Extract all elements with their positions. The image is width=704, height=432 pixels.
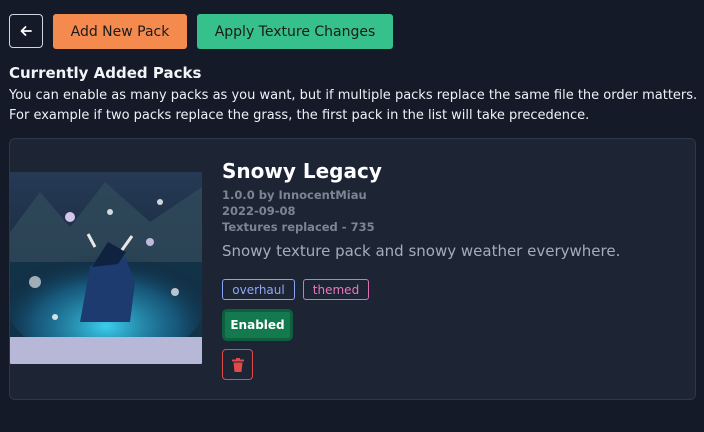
pack-description: Snowy texture pack and snowy weather eve… (222, 242, 621, 260)
pack-name: Snowy Legacy (222, 159, 382, 183)
section-description-line-1: You can enable as many packs as you want… (9, 88, 698, 103)
arrow-left-icon (20, 26, 32, 36)
apply-texture-changes-button[interactable]: Apply Texture Changes (197, 14, 393, 49)
pack-textures-replaced: Textures replaced - 735 (222, 220, 375, 234)
section-title: Currently Added Packs (9, 64, 202, 82)
delete-pack-button[interactable] (222, 349, 253, 380)
enabled-toggle-button[interactable]: Enabled (222, 309, 293, 341)
add-new-pack-button[interactable]: Add New Pack (53, 14, 187, 49)
pack-version-author: 1.0.0 by InnocentMiau (222, 188, 367, 202)
tag-overhaul[interactable]: overhaul (222, 279, 295, 300)
pack-thumbnail-image (10, 172, 202, 364)
pack-date: 2022-09-08 (222, 204, 296, 218)
section-description-line-2: For example if two packs replace the gra… (9, 108, 590, 123)
back-button[interactable] (9, 14, 43, 48)
tag-themed[interactable]: themed (303, 279, 369, 300)
trash-icon (231, 357, 244, 372)
